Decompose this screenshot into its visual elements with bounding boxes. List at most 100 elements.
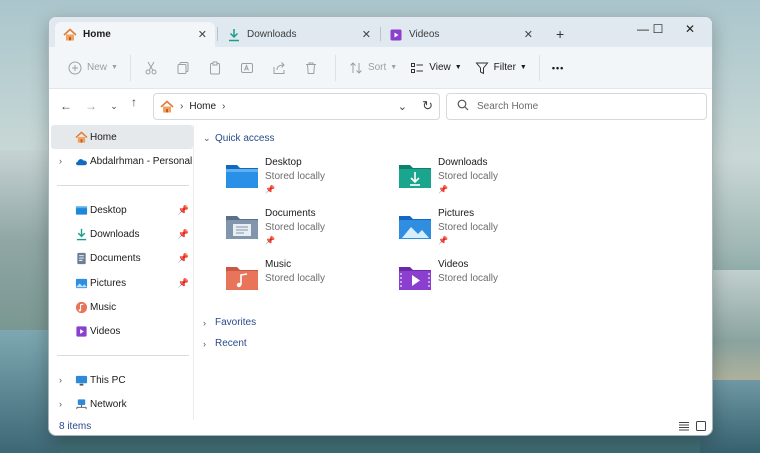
back-button[interactable]: ← bbox=[57, 97, 75, 115]
quick-access-item-downloads[interactable]: Downloads Stored locally 📌 bbox=[398, 157, 558, 201]
pictures-folder-icon bbox=[398, 212, 432, 240]
pin-icon[interactable]: 📌 bbox=[178, 205, 189, 216]
sidebar-item-label: Network bbox=[90, 398, 127, 410]
tab-videos[interactable]: Videos ✕ bbox=[381, 22, 541, 47]
copy-icon bbox=[175, 60, 191, 76]
address-bar[interactable]: › Home › ⌄ ↻ bbox=[153, 93, 440, 120]
recent-locations-button[interactable]: ⌄ bbox=[105, 97, 123, 115]
title-bar: Home ✕ Downloads ✕ Videos ✕ + — ☐ ✕ bbox=[49, 17, 712, 47]
close-tab-icon[interactable]: ✕ bbox=[198, 28, 207, 41]
arrow-right-icon: → bbox=[85, 99, 97, 113]
scissors-icon bbox=[143, 60, 159, 76]
delete-button[interactable] bbox=[297, 55, 329, 81]
sidebar-item-label: Documents bbox=[90, 252, 141, 264]
up-button[interactable]: ↑ bbox=[125, 93, 143, 111]
item-location: Stored locally bbox=[438, 222, 499, 233]
share-button[interactable] bbox=[265, 55, 297, 81]
sidebar-item-desktop[interactable]: Desktop 📌 bbox=[51, 198, 193, 222]
view-label: View bbox=[429, 62, 451, 73]
close-tab-icon[interactable]: ✕ bbox=[524, 28, 533, 41]
copy-button[interactable] bbox=[169, 55, 201, 81]
search-placeholder: Search Home bbox=[477, 101, 539, 112]
quick-access-item-documents[interactable]: Documents Stored locally 📌 bbox=[225, 208, 385, 252]
tiles-view-icon[interactable] bbox=[695, 420, 707, 432]
sidebar-item-label: Downloads bbox=[90, 228, 140, 240]
status-bar: 8 items bbox=[49, 418, 712, 435]
chevron-down-icon: ▼ bbox=[519, 64, 527, 71]
recent-header[interactable]: › Recent bbox=[203, 338, 247, 349]
share-icon bbox=[271, 60, 287, 76]
videos-folder-icon bbox=[398, 263, 432, 291]
chevron-down-icon: ⌄ bbox=[110, 100, 118, 111]
sidebar-item-music[interactable]: Music bbox=[51, 295, 193, 319]
quick-access-header[interactable]: ⌄ Quick access bbox=[203, 133, 274, 144]
close-window-button[interactable]: ✕ bbox=[675, 22, 705, 36]
tab-home[interactable]: Home ✕ bbox=[55, 22, 215, 47]
tab-downloads[interactable]: Downloads ✕ bbox=[219, 22, 379, 47]
toolbar-divider bbox=[334, 54, 336, 81]
rename-button[interactable] bbox=[233, 55, 265, 81]
tab-divider bbox=[217, 27, 218, 41]
quick-access-item-pictures[interactable]: Pictures Stored locally 📌 bbox=[398, 208, 558, 252]
item-name: Desktop bbox=[265, 157, 302, 168]
quick-access-item-desktop[interactable]: Desktop Stored locally 📌 bbox=[225, 157, 385, 201]
item-location: Stored locally bbox=[438, 273, 499, 284]
more-options-button[interactable]: ••• bbox=[546, 55, 570, 81]
sidebar-item-label: Desktop bbox=[90, 204, 127, 216]
chevron-down-icon: ▼ bbox=[454, 64, 462, 71]
sort-label: Sort bbox=[367, 62, 387, 73]
item-location: Stored locally bbox=[265, 273, 326, 284]
chevron-right-icon: › bbox=[180, 101, 184, 112]
refresh-button[interactable]: ↻ bbox=[422, 98, 433, 114]
breadcrumb-home[interactable]: Home bbox=[189, 101, 216, 112]
section-label: Recent bbox=[215, 338, 247, 349]
sidebar-item-label: Abdalrhman - Personal bbox=[90, 155, 193, 167]
download-icon bbox=[75, 228, 88, 241]
rename-icon bbox=[239, 60, 255, 76]
sidebar-divider bbox=[57, 185, 189, 186]
paste-button[interactable] bbox=[201, 55, 233, 81]
sidebar-item-this-pc[interactable]: › This PC bbox=[51, 368, 193, 392]
home-icon bbox=[160, 99, 174, 114]
quick-access-item-music[interactable]: Music Stored locally bbox=[225, 259, 385, 303]
sidebar-item-network[interactable]: › Network bbox=[51, 392, 193, 416]
pin-icon[interactable]: 📌 bbox=[178, 229, 189, 240]
command-bar: New ▼ Sort ▼ View ▼ Filter ▼ ••• bbox=[49, 47, 712, 89]
chevron-right-icon: › bbox=[59, 399, 62, 409]
item-location: Stored locally bbox=[265, 222, 326, 233]
sort-button[interactable]: Sort ▼ bbox=[342, 55, 403, 81]
view-button[interactable]: View ▼ bbox=[403, 55, 467, 81]
chevron-right-icon: › bbox=[222, 101, 226, 112]
sidebar-item-onedrive[interactable]: › Abdalrhman - Personal bbox=[51, 149, 193, 173]
new-tab-button[interactable]: + bbox=[556, 26, 564, 42]
maximize-button[interactable]: ☐ bbox=[643, 22, 673, 36]
search-input[interactable]: Search Home bbox=[446, 93, 707, 120]
cut-button[interactable] bbox=[137, 55, 169, 81]
close-tab-icon[interactable]: ✕ bbox=[362, 28, 371, 41]
filter-button[interactable]: Filter ▼ bbox=[468, 55, 533, 81]
tab-label: Downloads bbox=[247, 29, 297, 40]
new-button[interactable]: New ▼ bbox=[61, 55, 124, 81]
item-name: Documents bbox=[265, 208, 316, 219]
videos-icon bbox=[389, 28, 403, 42]
desktop-folder-icon bbox=[225, 161, 259, 189]
forward-button[interactable]: → bbox=[82, 97, 100, 115]
monitor-icon bbox=[75, 374, 88, 387]
sidebar-item-home[interactable]: Home bbox=[51, 125, 193, 149]
item-name: Pictures bbox=[438, 208, 475, 219]
sidebar-item-label: This PC bbox=[90, 374, 126, 386]
pin-icon[interactable]: 📌 bbox=[178, 278, 189, 289]
address-dropdown-button[interactable]: ⌄ bbox=[398, 100, 407, 113]
sidebar-item-pictures[interactable]: Pictures 📌 bbox=[51, 271, 193, 295]
sort-icon bbox=[348, 60, 364, 76]
sidebar-item-downloads[interactable]: Downloads 📌 bbox=[51, 222, 193, 246]
home-icon bbox=[75, 130, 88, 144]
sidebar-item-documents[interactable]: Documents 📌 bbox=[51, 246, 193, 270]
details-view-icon[interactable] bbox=[678, 420, 690, 432]
pin-icon[interactable]: 📌 bbox=[178, 253, 189, 264]
sidebar-item-videos[interactable]: Videos bbox=[51, 319, 193, 343]
download-icon bbox=[227, 28, 241, 42]
toolbar-divider bbox=[129, 54, 131, 81]
quick-access-item-videos[interactable]: Videos Stored locally bbox=[398, 259, 558, 303]
favorites-header[interactable]: › Favorites bbox=[203, 317, 256, 328]
